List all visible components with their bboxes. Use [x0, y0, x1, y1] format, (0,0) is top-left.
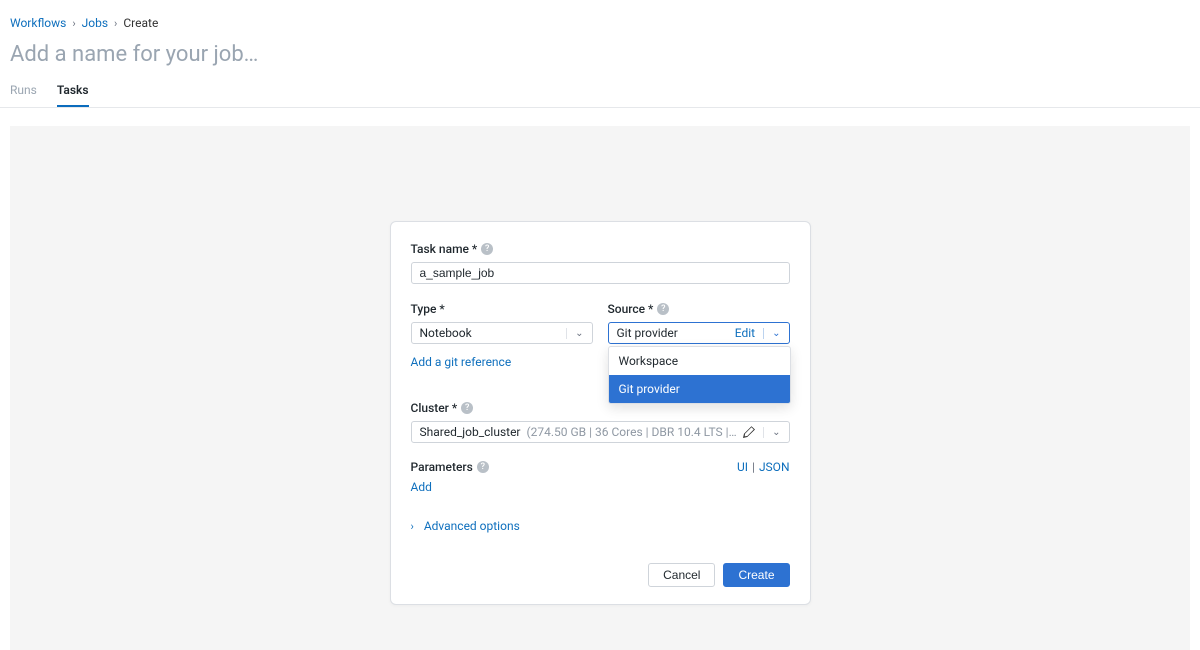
tab-runs[interactable]: Runs: [10, 79, 37, 107]
help-icon[interactable]: ?: [461, 402, 473, 414]
chevron-down-icon: ⌄: [566, 328, 583, 339]
cluster-detail: (274.50 GB | 36 Cores | DBR 10.4 LTS | S…: [527, 425, 738, 439]
type-select[interactable]: Notebook ⌄: [411, 322, 593, 344]
help-icon[interactable]: ?: [657, 303, 669, 315]
breadcrumb-create: Create: [123, 16, 158, 30]
breadcrumb-workflows[interactable]: Workflows: [10, 16, 66, 30]
parameters-format-toggle: UI | JSON: [737, 460, 790, 474]
add-parameter-link[interactable]: Add: [411, 480, 432, 494]
breadcrumb-jobs[interactable]: Jobs: [82, 16, 108, 30]
params-ui-toggle[interactable]: UI: [737, 460, 748, 474]
task-name-label: Task name * ?: [411, 242, 790, 256]
source-select[interactable]: Git provider Edit ⌄: [608, 322, 790, 344]
chevron-down-icon: ⌄: [763, 427, 780, 438]
chevron-right-icon: ›: [114, 17, 117, 30]
pencil-icon[interactable]: [743, 426, 755, 438]
params-json-toggle[interactable]: JSON: [759, 460, 790, 474]
help-icon[interactable]: ?: [477, 461, 489, 473]
type-select-value: Notebook: [420, 326, 472, 340]
source-select-value: Git provider: [617, 326, 678, 340]
advanced-options-toggle[interactable]: › Advanced options: [411, 519, 790, 533]
source-option-git-provider[interactable]: Git provider: [609, 375, 790, 403]
tabs: Runs Tasks: [0, 71, 1200, 108]
breadcrumb: Workflows › Jobs › Create: [0, 0, 1200, 34]
parameters-label: Parameters ?: [411, 460, 489, 474]
chevron-right-icon: ›: [411, 520, 414, 533]
add-git-reference-link[interactable]: Add a git reference: [411, 355, 512, 369]
tab-tasks[interactable]: Tasks: [57, 79, 89, 107]
task-name-input[interactable]: [411, 262, 790, 284]
job-name-input-container[interactable]: Add a name for your job…: [0, 34, 1200, 71]
chevron-down-icon: ⌄: [763, 328, 780, 339]
source-dropdown-menu: Workspace Git provider: [608, 346, 791, 404]
chevron-right-icon: ›: [72, 17, 75, 30]
help-icon[interactable]: ?: [481, 243, 493, 255]
create-button[interactable]: Create: [723, 563, 789, 587]
cancel-button[interactable]: Cancel: [648, 563, 715, 587]
task-canvas: Task name * ? Type * Notebook ⌄ Source *…: [10, 126, 1190, 650]
type-label: Type *: [411, 302, 593, 316]
source-label: Source * ?: [608, 302, 790, 316]
cluster-name: Shared_job_cluster: [420, 425, 521, 439]
job-name-placeholder: Add a name for your job…: [10, 42, 1190, 67]
modal-footer: Cancel Create: [411, 563, 790, 587]
source-option-workspace[interactable]: Workspace: [609, 347, 790, 375]
task-editor-modal: Task name * ? Type * Notebook ⌄ Source *…: [390, 221, 811, 605]
cluster-select[interactable]: Shared_job_cluster (274.50 GB | 36 Cores…: [411, 421, 790, 443]
source-edit-link[interactable]: Edit: [735, 326, 755, 340]
